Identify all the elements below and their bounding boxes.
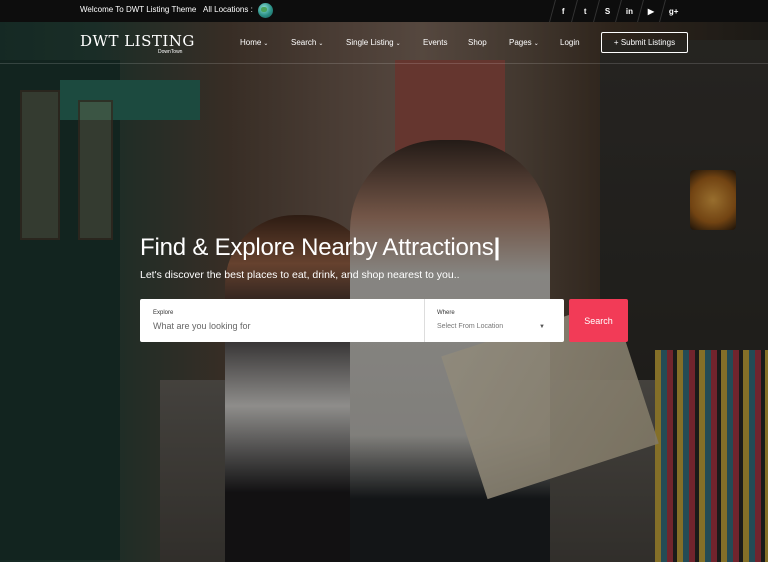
nav-item-single-listing[interactable]: Single Listing ⌄ xyxy=(346,38,401,47)
main-navigation: DWT LISTING DownTown Home ⌄ Search ⌄ Singl… xyxy=(0,22,768,64)
youtube-icon-glyph: ▶ xyxy=(648,6,655,16)
skype-icon-glyph: S xyxy=(604,6,611,16)
google-plus-icon-glyph: g+ xyxy=(668,6,679,16)
location-select[interactable]: Where Select From Location ▼ xyxy=(425,299,564,342)
nav-item-shop[interactable]: Shop xyxy=(468,38,487,47)
nav-item-events[interactable]: Events xyxy=(423,38,447,47)
social-links: f t Sin ▶ g+ xyxy=(549,0,687,22)
globe-icon[interactable] xyxy=(258,3,273,18)
nav-item-search[interactable]: Search ⌄ xyxy=(291,38,323,47)
nav-item-home[interactable]: Home ⌄ xyxy=(240,38,268,47)
chevron-down-icon: ⌄ xyxy=(318,41,324,47)
search-form: Explore Where Select From Location ▼ xyxy=(140,299,564,342)
location-select-value[interactable]: Select From Location xyxy=(437,323,503,330)
linkedin-icon-glyph: in xyxy=(625,6,634,16)
chevron-down-icon: ⌄ xyxy=(533,41,539,47)
where-label: Where xyxy=(437,310,455,316)
nav-item-pages[interactable]: Pages ⌄ xyxy=(509,38,539,47)
explore-label: Explore xyxy=(153,310,174,316)
hero-headline: Find & Explore Nearby Attractions| xyxy=(140,234,501,261)
top-bar: Welcome To DWT Listing Theme All Locatio… xyxy=(0,0,768,22)
hero-subline: Let's discover the best places to eat, d… xyxy=(140,269,460,281)
explore-field[interactable]: Explore xyxy=(140,299,425,342)
nav-item-login[interactable]: Login xyxy=(560,38,580,47)
caret-down-icon[interactable]: ▼ xyxy=(539,324,545,330)
submit-listings-button[interactable]: + Submit Listings xyxy=(601,32,688,53)
chevron-down-icon: ⌄ xyxy=(395,41,401,47)
hero-overlay xyxy=(0,0,768,562)
google-plus-icon[interactable]: g+ xyxy=(659,0,687,22)
welcome-text: Welcome To DWT Listing Theme xyxy=(80,5,197,14)
site-logo[interactable]: DWT LISTING xyxy=(80,32,195,50)
typing-cursor: | xyxy=(493,234,501,261)
site-logo-tagline: DownTown xyxy=(158,49,183,55)
facebook-icon-glyph: f xyxy=(562,6,565,16)
page-bottom-strip xyxy=(0,562,768,576)
chevron-down-icon: ⌄ xyxy=(263,41,269,47)
all-locations-label[interactable]: All Locations : xyxy=(203,5,253,14)
search-button[interactable]: Search xyxy=(569,299,628,342)
twitter-icon-glyph: t xyxy=(584,6,587,16)
explore-input[interactable] xyxy=(153,321,413,331)
